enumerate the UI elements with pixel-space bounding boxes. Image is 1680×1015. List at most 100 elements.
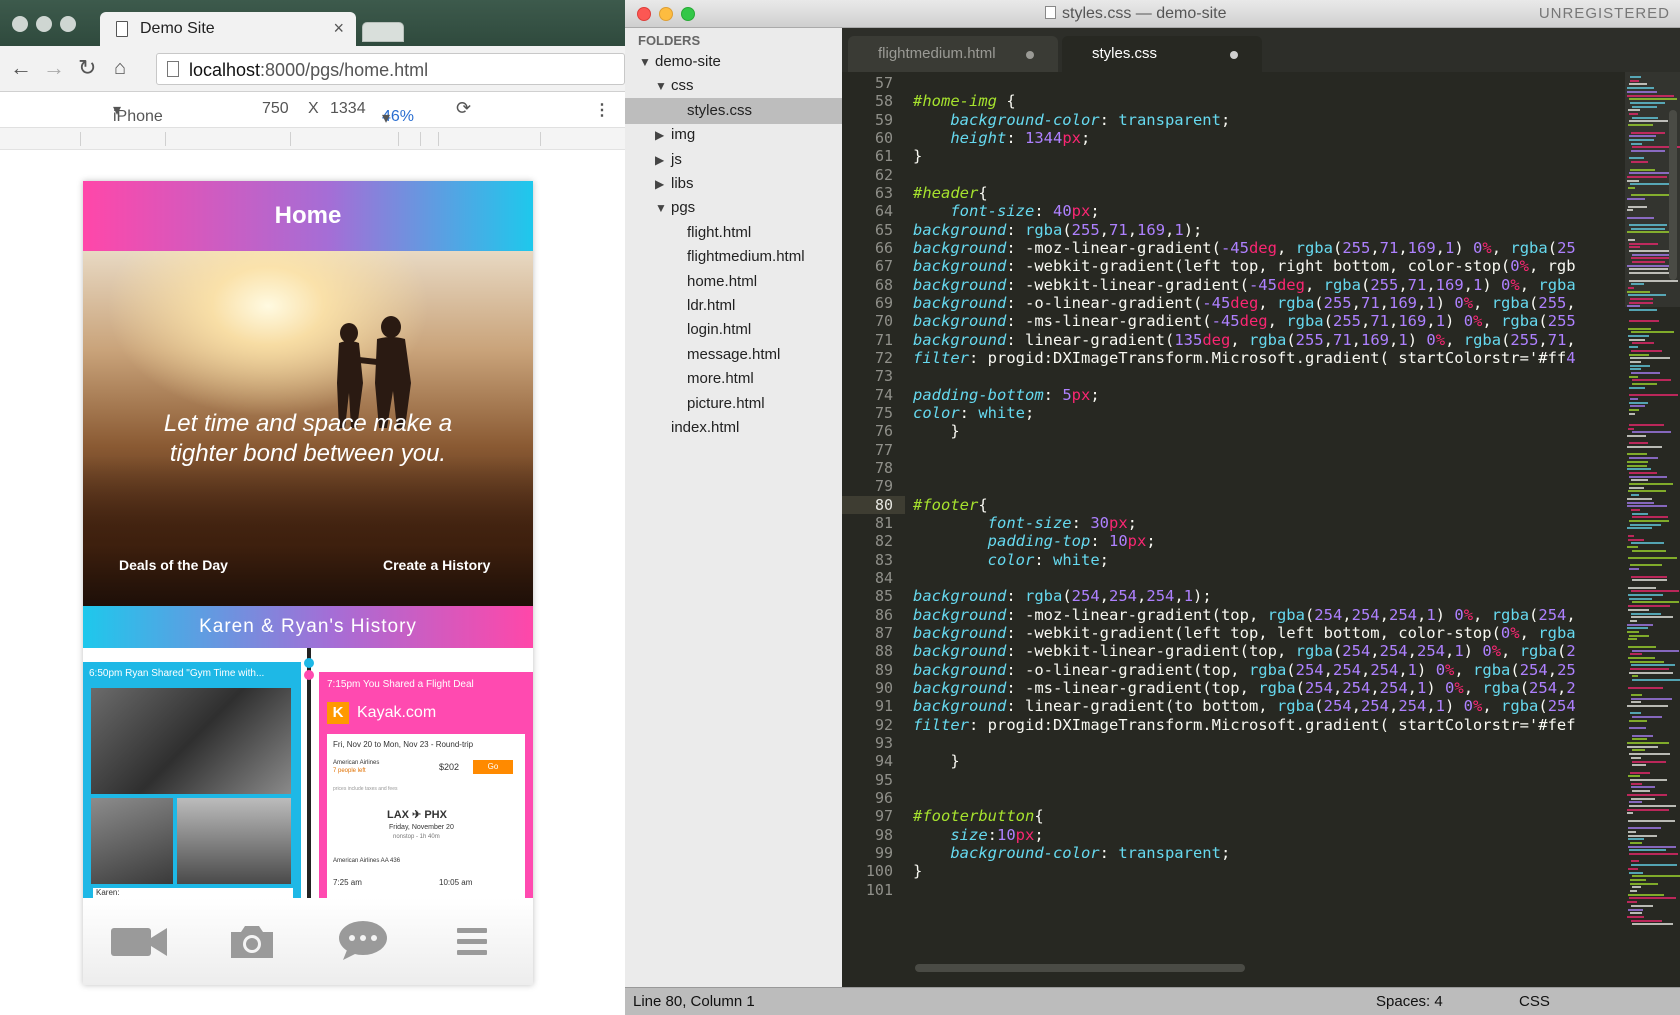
- code-line: padding-bottom: 5px;: [913, 385, 1100, 404]
- line-number: 83: [874, 550, 893, 569]
- flight-dates: Fri, Nov 20 to Mon, Nov 23 - Round-trip: [333, 740, 474, 749]
- code-area[interactable]: #home-img { background-color: transparen…: [905, 72, 1625, 960]
- line-number: 76: [874, 422, 893, 441]
- feed-card-gym[interactable]: 6:50pm Ryan Shared "Gym Time with... Kar…: [83, 662, 301, 898]
- device-width[interactable]: 750: [262, 100, 289, 118]
- folder-item[interactable]: ▼ pgs: [655, 196, 695, 220]
- disclosure-open-icon[interactable]: ▼: [655, 74, 671, 98]
- file-item[interactable]: more.html: [687, 367, 754, 391]
- editor-window-title: styles.css — demo-site: [1045, 5, 1226, 23]
- feed-card-flight[interactable]: 7:15pm You Shared a Flight Deal K Kayak.…: [319, 672, 533, 898]
- line-number: 59: [874, 110, 893, 129]
- code-line: background: -webkit-linear-gradient(top,…: [913, 642, 1576, 661]
- code-line: background: -o-linear-gradient(top, rgba…: [913, 660, 1576, 679]
- kayak-logo: K: [327, 702, 349, 724]
- folder-item[interactable]: ▼ demo-site: [639, 50, 721, 74]
- tree-item-label: home.html: [687, 272, 758, 290]
- more-vert-icon[interactable]: ⋮: [594, 100, 610, 120]
- zoom-window-button[interactable]: [681, 7, 695, 21]
- file-item[interactable]: styles.css: [687, 99, 752, 123]
- url-text: localhost:8000/pgs/home.html: [189, 60, 429, 80]
- code-line: color: white;: [913, 403, 1035, 422]
- forward-arrow-icon[interactable]: →: [43, 55, 65, 81]
- code-line: background: -moz-linear-gradient(-45deg,…: [913, 238, 1576, 257]
- disclosure-closed-icon[interactable]: ▶: [655, 148, 671, 172]
- back-arrow-icon[interactable]: ←: [10, 55, 32, 81]
- folder-item[interactable]: ▼ css: [655, 74, 694, 98]
- line-number: 58: [874, 92, 893, 111]
- tree-item-label: pgs: [671, 199, 696, 217]
- syntax-setting[interactable]: CSS: [1519, 993, 1550, 1010]
- flight-price: $202: [439, 762, 460, 772]
- disclosure-open-icon[interactable]: ▼: [655, 196, 671, 220]
- go-button[interactable]: Go: [473, 760, 513, 774]
- close-tab-icon[interactable]: ×: [333, 18, 344, 39]
- file-item[interactable]: ldr.html: [687, 294, 735, 318]
- camera-icon[interactable]: [227, 924, 277, 960]
- disclosure-closed-icon[interactable]: ▶: [655, 123, 671, 147]
- deals-link[interactable]: Deals of the Day: [119, 557, 228, 573]
- browser-tab[interactable]: Demo Site ×: [100, 12, 356, 46]
- line-number: 100: [865, 862, 893, 881]
- file-item[interactable]: login.html: [687, 318, 751, 342]
- code-line: background: -moz-linear-gradient(top, rg…: [913, 605, 1576, 624]
- flight-route: LAX ✈ PHX: [387, 809, 447, 821]
- code-line: background: -ms-linear-gradient(-45deg, …: [913, 312, 1576, 331]
- tab-flightmedium[interactable]: flightmedium.html: [848, 36, 1058, 72]
- tab-styles-css[interactable]: styles.css: [1062, 36, 1262, 72]
- unsaved-dot-icon: [1026, 51, 1034, 59]
- close-window-button[interactable]: [12, 16, 28, 32]
- code-line: background: -webkit-gradient(left top, r…: [913, 257, 1576, 276]
- kayak-name: Kayak.com: [357, 704, 437, 721]
- home-icon[interactable]: ⌂: [114, 57, 126, 80]
- phone-viewport: Home Let time and space make a tighter b…: [83, 181, 533, 985]
- disclosure-closed-icon[interactable]: ▶: [655, 172, 671, 196]
- line-number: 81: [874, 513, 893, 532]
- rotate-icon[interactable]: ⟳: [456, 98, 471, 119]
- cursor-position: Line 80, Column 1: [633, 993, 755, 1010]
- flight-deal: Fri, Nov 20 to Mon, Nov 23 - Round-trip …: [327, 734, 525, 898]
- device-select[interactable]: iPhone 6s c... ▾: [113, 100, 163, 143]
- device-height[interactable]: 1334: [330, 100, 366, 118]
- editor-title-bar: styles.css — demo-site UNREGISTERED: [625, 0, 1680, 28]
- code-line: }: [913, 147, 923, 166]
- create-history-link[interactable]: Create a History: [383, 557, 490, 573]
- browser-window: Demo Site × ← → ↻ ⌂ localhost:8000/pgs/h…: [0, 0, 625, 1015]
- minimize-window-button[interactable]: [36, 16, 52, 32]
- minimize-window-button[interactable]: [659, 7, 673, 21]
- comment-author: Karen:: [93, 888, 293, 898]
- zoom-window-button[interactable]: [60, 16, 76, 32]
- file-item[interactable]: home.html: [687, 270, 757, 294]
- new-tab-button[interactable]: [362, 22, 404, 42]
- line-number-gutter: 57 58 59 60 61 62 63 64 65 66 67 68 69 70 71 72 73 74 75 76…: [842, 72, 905, 960]
- horizontal-scrollbar[interactable]: [915, 964, 1245, 972]
- tree-item-label: more.html: [687, 370, 754, 388]
- address-bar[interactable]: localhost:8000/pgs/home.html: [156, 53, 625, 85]
- code-line: background: -o-linear-gradient(-45deg, r…: [913, 293, 1576, 312]
- file-item[interactable]: flight.html: [687, 221, 751, 245]
- video-icon[interactable]: [109, 924, 169, 960]
- tree-item-label: flight.html: [687, 223, 752, 241]
- disclosure-open-icon[interactable]: ▼: [639, 50, 655, 74]
- line-number: 94: [874, 752, 893, 771]
- folder-item[interactable]: ▶ libs: [655, 172, 694, 196]
- code-line: filter: progid:DXImageTransform.Microsof…: [913, 348, 1576, 367]
- code-line: #header{: [913, 183, 988, 202]
- close-window-button[interactable]: [637, 7, 651, 21]
- line-number: 78: [874, 458, 893, 477]
- deal-note: 7 people left: [333, 768, 366, 774]
- file-item[interactable]: index.html: [671, 416, 739, 440]
- vertical-scrollbar[interactable]: [1669, 110, 1677, 280]
- reload-icon[interactable]: ↻: [78, 55, 96, 81]
- timeline-dot: [304, 658, 314, 668]
- chat-icon[interactable]: [337, 920, 389, 962]
- line-number: 63: [874, 183, 893, 202]
- file-item[interactable]: picture.html: [687, 392, 765, 416]
- file-item[interactable]: flightmedium.html: [687, 245, 805, 269]
- code-line: background: linear-gradient(135deg, rgba…: [913, 330, 1576, 349]
- menu-icon[interactable]: [455, 924, 489, 960]
- folder-item[interactable]: ▶ js: [655, 148, 682, 172]
- folder-item[interactable]: ▶ img: [655, 123, 695, 147]
- file-item[interactable]: message.html: [687, 343, 780, 367]
- indentation-setting[interactable]: Spaces: 4: [1376, 993, 1443, 1010]
